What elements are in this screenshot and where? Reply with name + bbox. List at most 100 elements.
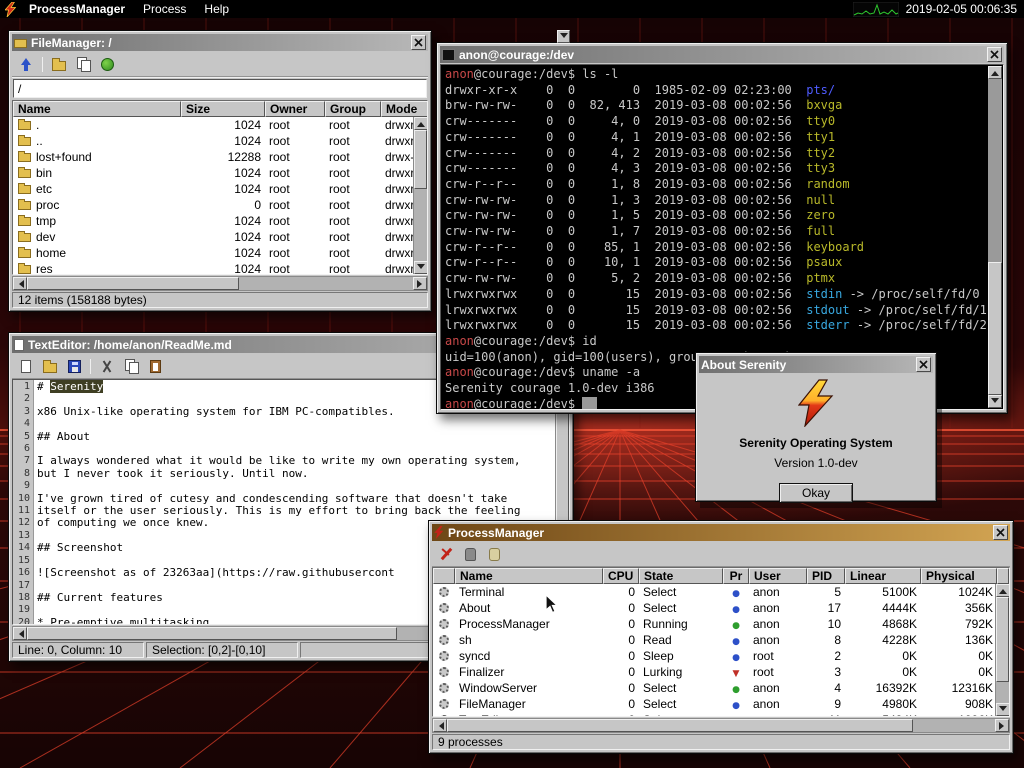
terminal-scrollbar[interactable] <box>988 66 1002 408</box>
about-titlebar[interactable]: About Serenity <box>699 356 933 373</box>
column-header-group[interactable]: Group <box>325 101 381 117</box>
file-row[interactable]: etc1024rootrootdrwxr-xr-x <box>13 181 427 197</box>
scrollbar-thumb[interactable] <box>27 627 397 640</box>
scrollbar-thumb[interactable] <box>996 597 1009 682</box>
process-row[interactable]: About0Select●anon174444K356K <box>433 600 1009 616</box>
process-cell: 0 <box>603 600 639 616</box>
column-header-pr[interactable]: Pr <box>723 568 749 584</box>
processmanager-window[interactable]: ProcessManager NameCPUStatePrUserPIDLine… <box>428 520 1014 754</box>
about-dialog[interactable]: About Serenity Serenity Operating System… <box>695 352 937 502</box>
cpu-graph-applet[interactable] <box>853 2 899 17</box>
file-row[interactable]: tmp1024rootrootdrwxrwxrwx <box>13 213 427 229</box>
scrollbar-track[interactable] <box>447 719 995 732</box>
filemanager-titlebar[interactable]: FileManager: / <box>12 34 428 51</box>
copy-button[interactable] <box>120 356 142 376</box>
scroll-down-button[interactable] <box>414 261 428 274</box>
dropdown-button[interactable] <box>557 30 570 43</box>
stop-process-button[interactable] <box>459 544 481 564</box>
column-header-linear[interactable]: Linear <box>845 568 921 584</box>
go-up-button[interactable] <box>15 54 37 74</box>
file-row[interactable]: ..1024rootrootdrwxr-xr-x <box>13 133 427 149</box>
menubar-menu-help[interactable]: Help <box>195 0 238 18</box>
terminal-line: crw-rw-rw- 0 0 5, 2 2019-03-08 00:02:56 … <box>445 271 999 287</box>
file-row[interactable]: proc0rootrootdrwxrwxrwx <box>13 197 427 213</box>
save-button[interactable] <box>63 356 85 376</box>
scrollbar-track[interactable] <box>27 277 413 290</box>
vertical-scrollbar[interactable] <box>995 584 1009 716</box>
scroll-up-button[interactable] <box>996 584 1010 597</box>
close-button[interactable] <box>916 357 931 372</box>
paste-button[interactable] <box>144 356 166 376</box>
column-header-name[interactable]: Name <box>455 568 603 584</box>
open-button[interactable] <box>39 356 61 376</box>
process-row[interactable]: sh0Read●anon84228K136K <box>433 632 1009 648</box>
new-directory-button[interactable] <box>48 54 70 74</box>
processmanager-titlebar[interactable]: ProcessManager <box>432 524 1010 541</box>
new-button[interactable] <box>15 356 37 376</box>
process-row[interactable]: ProcessManager0Running●anon104868K792K <box>433 616 1009 632</box>
column-header-blank[interactable] <box>433 568 455 584</box>
process-row[interactable]: TextEditor0Select●anon115484K1996K <box>433 712 1009 716</box>
column-header-physical[interactable]: Physical <box>921 568 997 584</box>
scrollbar-thumb[interactable] <box>988 262 1002 395</box>
scrollbar-track[interactable] <box>996 597 1009 703</box>
process-cell: 0 <box>603 712 639 716</box>
column-header-name[interactable]: Name <box>13 101 181 117</box>
scrollbar-track[interactable] <box>988 79 1002 395</box>
close-button[interactable] <box>411 35 426 50</box>
process-row[interactable]: WindowServer0Select●anon416392K12316K <box>433 680 1009 696</box>
horizontal-scrollbar[interactable] <box>12 276 428 291</box>
column-header-owner[interactable]: Owner <box>265 101 325 117</box>
menubar-menu-processmanager[interactable]: ProcessManager <box>20 0 134 18</box>
scrollbar-thumb[interactable] <box>447 719 913 732</box>
kill-process-button[interactable] <box>435 544 457 564</box>
horizontal-scrollbar[interactable] <box>432 718 1010 733</box>
terminal-titlebar[interactable]: anon@courage:/dev <box>440 46 1004 63</box>
terminal-title: anon@courage:/dev <box>459 48 983 62</box>
scroll-down-button[interactable] <box>988 395 1002 408</box>
vertical-scrollbar[interactable] <box>413 117 427 274</box>
column-header-cpu[interactable]: CPU <box>603 568 639 584</box>
file-row[interactable]: bin1024rootrootdrwxr-xr-x <box>13 165 427 181</box>
column-header-state[interactable]: State <box>639 568 723 584</box>
scroll-right-button[interactable] <box>413 277 427 290</box>
location-input[interactable] <box>13 79 427 98</box>
file-row[interactable]: home1024rootrootdrwxr-xr-x <box>13 245 427 261</box>
scroll-down-button[interactable] <box>996 703 1010 716</box>
column-header-size[interactable]: Size <box>181 101 265 117</box>
cut-button[interactable] <box>96 356 118 376</box>
filemanager-window[interactable]: FileManager: / NameSizeOwnerGroupMode .1… <box>8 30 432 312</box>
file-row[interactable]: dev1024rootrootdrwxr-xr-x <box>13 229 427 245</box>
column-header-pid[interactable]: PID <box>807 568 845 584</box>
menubar-menu-process[interactable]: Process <box>134 0 195 18</box>
file-row[interactable]: .1024rootrootdrwxr-xr-x <box>13 117 427 133</box>
file-row[interactable]: res1024rootrootdrwxr-xr-x <box>13 261 427 274</box>
gear-icon <box>439 699 449 709</box>
process-row[interactable]: syncd0Sleep●root20K0K <box>433 648 1009 664</box>
close-button[interactable] <box>987 47 1002 62</box>
process-icon-cell <box>433 712 455 716</box>
line-number: 20 <box>13 617 30 624</box>
process-row[interactable]: Finalizer0Lurking▼root30K0K <box>433 664 1009 680</box>
scroll-right-button[interactable] <box>995 719 1009 732</box>
scrollbar-track[interactable] <box>414 130 427 261</box>
delete-button[interactable] <box>96 54 118 74</box>
terminal-line: crw-r--r-- 0 0 1, 8 2019-03-08 00:02:56 … <box>445 177 999 193</box>
go-up-icon <box>20 58 32 71</box>
scrollbar-thumb[interactable] <box>414 130 427 189</box>
okay-button[interactable]: Okay <box>779 483 853 503</box>
copy-button[interactable] <box>72 54 94 74</box>
scroll-up-button[interactable] <box>414 117 428 130</box>
scroll-left-button[interactable] <box>13 627 27 640</box>
scroll-left-button[interactable] <box>433 719 447 732</box>
scrollbar-thumb[interactable] <box>27 277 239 290</box>
process-row[interactable]: FileManager0Select●anon94980K908K <box>433 696 1009 712</box>
process-row[interactable]: Terminal0Select●anon55100K1024K <box>433 584 1009 600</box>
scroll-left-button[interactable] <box>13 277 27 290</box>
column-header-mode[interactable]: Mode <box>381 101 427 117</box>
file-row[interactable]: lost+found12288rootrootdrwx------ <box>13 149 427 165</box>
close-button[interactable] <box>993 525 1008 540</box>
scroll-up-button[interactable] <box>988 66 1002 79</box>
continue-process-button[interactable] <box>483 544 505 564</box>
column-header-user[interactable]: User <box>749 568 807 584</box>
